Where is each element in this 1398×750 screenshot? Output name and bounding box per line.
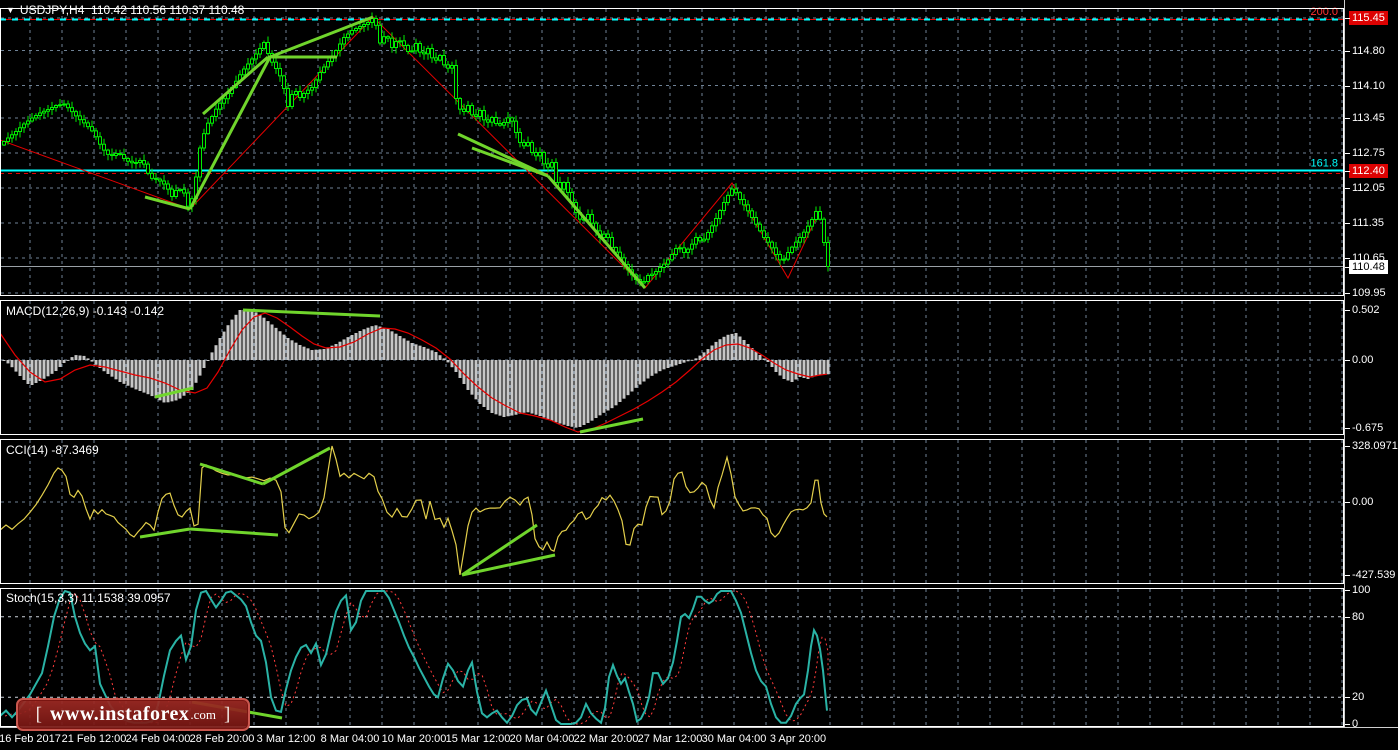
- price-label-114.10: 114.10: [1352, 79, 1385, 92]
- macd-axis-0.00: 0.00: [1352, 354, 1374, 366]
- price-label-109.95: 109.95: [1352, 287, 1386, 299]
- time-label: 27 Mar 12:00: [637, 733, 703, 745]
- axis-tick: [1345, 118, 1350, 119]
- axis-tick: [1345, 502, 1350, 503]
- panel-border: [0, 439, 1344, 584]
- time-label: 24 Feb 04:00: [125, 733, 191, 745]
- instaforex-logo: [ www.instaforex .com ]: [16, 698, 250, 731]
- stoch-axis-100: 100: [1352, 584, 1371, 596]
- time-label: 21 Feb 12:00: [61, 733, 127, 745]
- axis-tick: [1345, 50, 1350, 52]
- axis-tick: [1345, 590, 1350, 591]
- macd-panel[interactable]: [0, 300, 1344, 435]
- stoch-label: Stoch(15,3,3) 11.1538 39.0957: [6, 591, 171, 605]
- time-label: 20 Mar 04:00: [509, 733, 575, 745]
- macd-svg: [0, 300, 1344, 435]
- cci-axis-0.00: 0.00: [1352, 496, 1374, 508]
- cci-axis-328.0971: 328.0971: [1352, 439, 1398, 452]
- cci-axis--427.539: -427.539: [1352, 568, 1396, 581]
- macd-histogram: [2, 310, 830, 428]
- macd-label: MACD(12,26,9) -0.143 -0.142: [6, 304, 165, 318]
- axis-tick: [1345, 574, 1350, 576]
- time-label: 10 Mar 20:00: [381, 733, 447, 745]
- axis-tick: [1345, 360, 1350, 361]
- logo-text: www.instaforex: [49, 703, 190, 725]
- gridlines: [1, 440, 1343, 583]
- symbol-quote-label: USDJPY,H4 110.42 110.56 110.37 110.48: [19, 3, 245, 17]
- axis-tick: [1345, 293, 1350, 294]
- cci-svg: [0, 439, 1344, 584]
- candlesticks: [2, 12, 830, 287]
- main-chart-svg: 200.0 161.8: [0, 6, 1344, 296]
- time-label: 8 Mar 04:00: [320, 733, 380, 745]
- axis-tick: [1345, 266, 1350, 268]
- time-label: 28 Feb 20:00: [189, 733, 255, 745]
- time-label: 22 Mar 20:00: [573, 733, 639, 745]
- cci-label: CCI(14) -87.3469: [6, 443, 99, 457]
- time-label: 16 Feb 2017: [0, 733, 61, 745]
- macd-axis--0.675: -0.675: [1352, 421, 1384, 434]
- chevron-down-icon[interactable]: ▼: [6, 5, 15, 15]
- time-label: 3 Apr 20:00: [769, 733, 827, 745]
- price-label-111.35: 111.35: [1352, 217, 1385, 229]
- stoch-axis-20: 20: [1352, 691, 1365, 704]
- price-label-112.05: 112.05: [1352, 182, 1385, 194]
- price-axis[interactable]: 115.45 114.80 114.10 113.45 112.75 112.40 112.…: [1345, 0, 1398, 730]
- price-label-112.75: 112.75: [1352, 147, 1385, 159]
- stoch-axis-80: 80: [1352, 610, 1365, 623]
- price-label-110.48: 110.48: [1349, 259, 1388, 274]
- axis-tick: [1345, 153, 1350, 154]
- chart-window: 200.0 161.8 ▼ USDJPY,H4 110.42 110.56 110.…: [0, 0, 1398, 750]
- axis-tick: [1345, 616, 1350, 618]
- axis-tick: [1345, 427, 1350, 429]
- axis-tick: [1345, 170, 1350, 172]
- axis-tick: [1345, 309, 1350, 311]
- axis-tick: [1345, 445, 1350, 447]
- fibo-161-label: 161.8: [1310, 158, 1338, 170]
- price-label-114.80: 114.80: [1352, 44, 1385, 57]
- cci-panel[interactable]: [0, 439, 1344, 584]
- logo-bracket-left: [: [35, 703, 42, 725]
- time-label: 30 Mar 04:00: [701, 733, 767, 745]
- axis-tick: [1345, 724, 1350, 725]
- panel-border: [0, 300, 1344, 435]
- time-label: 15 Mar 12:00: [445, 733, 511, 745]
- price-label-112.40: 112.40: [1349, 163, 1388, 178]
- gridlines: [1, 301, 1343, 434]
- axis-tick: [1345, 18, 1350, 19]
- logo-suffix: .com: [190, 706, 217, 722]
- fibo-200-label: 200.0: [1310, 6, 1338, 18]
- time-label: 3 Mar 12:00: [256, 733, 316, 745]
- axis-tick: [1345, 223, 1350, 224]
- logo-bracket-right: ]: [224, 703, 231, 725]
- chart-title: ▼ USDJPY,H4 110.42 110.56 110.37 110.48: [6, 3, 244, 17]
- price-label-115.45: 115.45: [1349, 11, 1388, 25]
- axis-tick: [1345, 188, 1350, 189]
- price-label-113.45: 113.45: [1352, 112, 1385, 124]
- main-chart-panel[interactable]: 200.0 161.8: [0, 0, 1344, 297]
- macd-axis-0.502: 0.502: [1352, 303, 1380, 316]
- axis-tick: [1345, 697, 1350, 699]
- axis-tick: [1345, 85, 1350, 87]
